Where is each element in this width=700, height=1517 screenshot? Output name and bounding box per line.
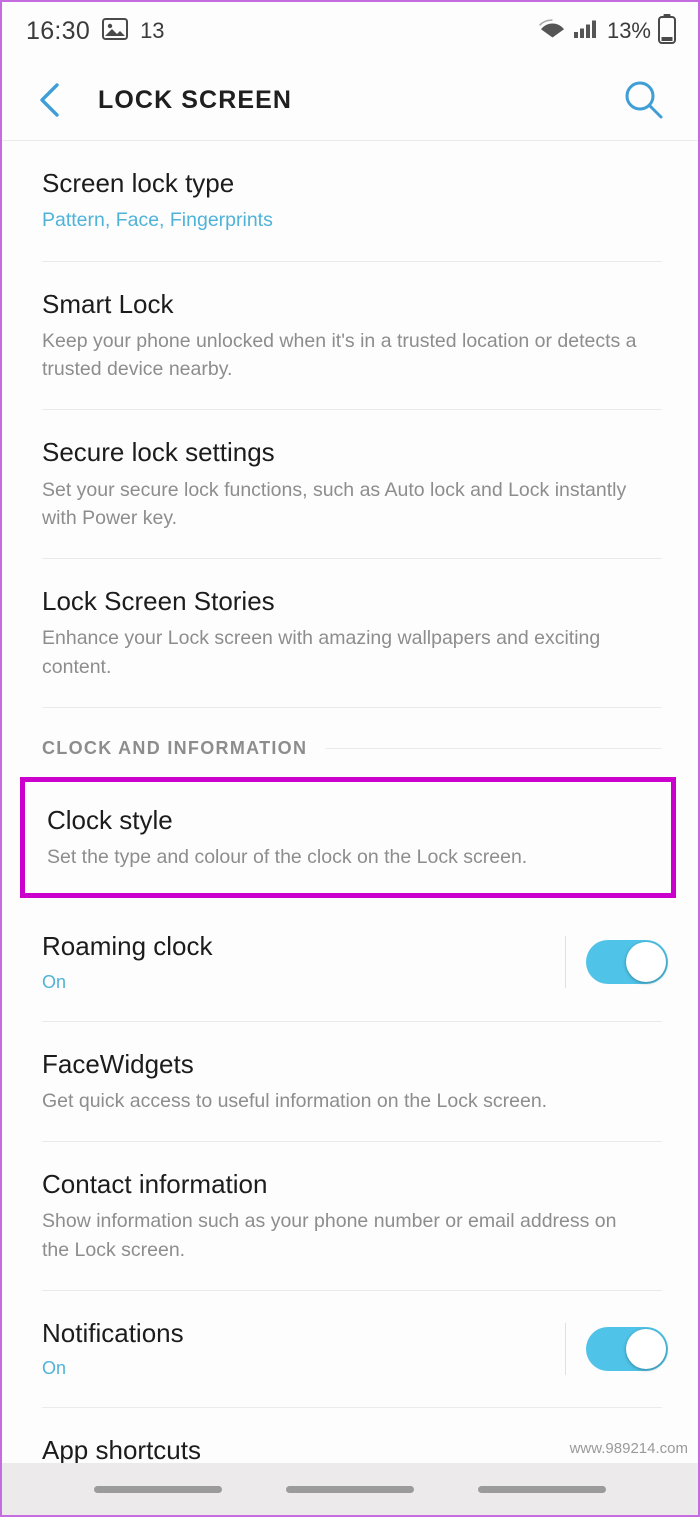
search-button[interactable] (620, 77, 666, 123)
status-time: 16:30 (26, 16, 91, 45)
wifi-icon (538, 18, 566, 44)
toggle-area (565, 930, 668, 989)
list-item-texts: Contact information Show information suc… (42, 1168, 668, 1264)
cellular-signal-icon (573, 18, 598, 44)
chevron-left-icon (40, 83, 59, 117)
page-title: LOCK SCREEN (98, 85, 293, 114)
list-item-subtitle: On (42, 971, 67, 992)
list-item-subtitle: On (42, 1358, 67, 1379)
status-bar: 16:30 13 13% (2, 2, 698, 60)
list-item-facewidgets[interactable]: FaceWidgets Get quick access to useful i… (2, 1022, 698, 1142)
recents-pill[interactable] (94, 1485, 222, 1493)
battery-percent: 13% (606, 18, 651, 43)
list-item-subtitle: Set the type and colour of the clock on … (47, 846, 528, 869)
notifications-toggle[interactable] (586, 1326, 668, 1371)
battery-icon (658, 13, 676, 49)
list-item-texts: Smart Lock Keep your phone unlocked when… (42, 288, 668, 384)
list-item-subtitle: Get quick access to useful information o… (42, 1089, 548, 1112)
list-item-subtitle: Keep your phone unlocked when it's in a … (42, 329, 637, 380)
list-item-title: Secure lock settings (42, 437, 275, 468)
list-item-title: Notifications (42, 1317, 184, 1348)
list-item-clock-style[interactable]: Clock style Set the type and colour of t… (20, 776, 676, 899)
toggle-knob (626, 942, 666, 983)
toggle-separator (565, 936, 566, 989)
list-item-title: Roaming clock (42, 931, 213, 962)
toggle-knob (626, 1328, 666, 1369)
list-item-smart-lock[interactable]: Smart Lock Keep your phone unlocked when… (2, 262, 698, 410)
watermark: www.989214.com (569, 1440, 688, 1457)
home-pill[interactable] (286, 1485, 414, 1493)
app-bar: LOCK SCREEN (2, 60, 698, 140)
list-item-texts: Clock style Set the type and colour of t… (47, 804, 641, 872)
list-item-roaming-clock[interactable]: Roaming clock On (2, 904, 698, 1020)
status-bar-right: 13% (538, 13, 676, 49)
list-item-contact-information[interactable]: Contact information Show information suc… (2, 1142, 698, 1290)
list-item-subtitle: Set your secure lock functions, such as … (42, 478, 627, 529)
list-item-title: FaceWidgets (42, 1048, 194, 1079)
list-item-title: Lock Screen Stories (42, 586, 275, 617)
phone-screen: 16:30 13 13% LOCK SCREEN Screen lock typ… (0, 0, 700, 1517)
toggle-area (565, 1317, 668, 1375)
section-rule (325, 747, 662, 749)
system-nav-bar (2, 1463, 698, 1515)
status-bar-left: 16:30 13 (26, 17, 165, 46)
list-item-subtitle: Show information such as your phone numb… (42, 1210, 617, 1261)
section-header-clock-and-information: CLOCK AND INFORMATION (2, 708, 698, 771)
notification-count: 13 (140, 18, 165, 43)
back-pill[interactable] (478, 1485, 606, 1493)
section-label: CLOCK AND INFORMATION (42, 737, 308, 758)
list-item-notifications[interactable]: Notifications On (2, 1291, 698, 1407)
roaming-clock-toggle[interactable] (586, 940, 668, 985)
list-item-title: Smart Lock (42, 288, 174, 319)
toggle-separator (565, 1322, 566, 1375)
list-item-texts: FaceWidgets Get quick access to useful i… (42, 1048, 668, 1116)
list-item-texts: Lock Screen Stories Enhance your Lock sc… (42, 585, 668, 681)
list-item-secure-lock-settings[interactable]: Secure lock settings Set your secure loc… (2, 410, 698, 558)
search-icon (625, 81, 663, 119)
list-item-lock-screen-stories[interactable]: Lock Screen Stories Enhance your Lock sc… (2, 559, 698, 707)
list-item-texts: Secure lock settings Set your secure loc… (42, 436, 668, 532)
image-icon (102, 17, 129, 45)
list-item-screen-lock-type[interactable]: Screen lock type Pattern, Face, Fingerpr… (2, 141, 698, 261)
list-item-title: Clock style (47, 804, 173, 835)
settings-list: Screen lock type Pattern, Face, Fingerpr… (2, 141, 698, 1515)
back-button[interactable] (28, 78, 72, 122)
list-item-texts: Roaming clock On (42, 930, 565, 994)
list-item-subtitle: Pattern, Face, Fingerprints (42, 209, 273, 232)
list-item-texts: Notifications On (42, 1317, 565, 1381)
list-item-texts: Screen lock type Pattern, Face, Fingerpr… (42, 167, 668, 235)
list-item-title: Screen lock type (42, 168, 235, 198)
list-item-subtitle: Enhance your Lock screen with amazing wa… (42, 627, 601, 678)
list-item-title: App shortcuts (42, 1435, 201, 1466)
list-item-title: Contact information (42, 1169, 268, 1200)
